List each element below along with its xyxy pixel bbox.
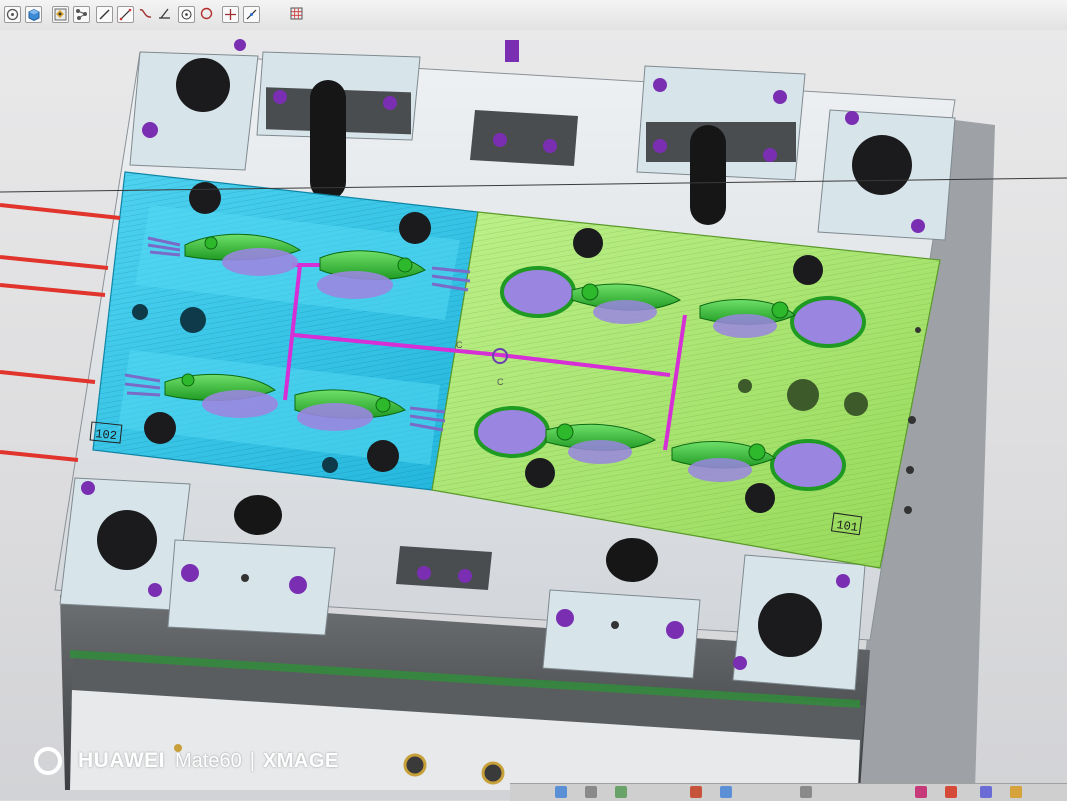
bottom-taskbar bbox=[510, 783, 1067, 801]
angle-icon[interactable] bbox=[157, 6, 174, 23]
guide-hole bbox=[176, 58, 230, 112]
taskbar-app-icon[interactable] bbox=[720, 786, 732, 798]
part-tree-icon[interactable] bbox=[73, 6, 90, 23]
grid-icon[interactable] bbox=[289, 6, 306, 23]
leica-ring-logo-icon bbox=[34, 747, 62, 775]
taskbar-app-icon[interactable] bbox=[690, 786, 702, 798]
line-icon[interactable] bbox=[96, 6, 113, 23]
cad-toolbar bbox=[0, 0, 1067, 31]
sprue-slot-top bbox=[470, 110, 578, 166]
taskbar-app-icon[interactable] bbox=[615, 786, 627, 798]
circle-icon[interactable] bbox=[199, 6, 216, 23]
lock-block-bottom-left bbox=[167, 539, 336, 636]
plate-label-102: 102 bbox=[95, 427, 118, 443]
sketch-line-icon[interactable] bbox=[117, 6, 134, 23]
3d-viewport[interactable]: 102 101 C C bbox=[0, 30, 1067, 800]
watermark-model: Mate60 bbox=[175, 749, 242, 772]
edit-line-icon[interactable] bbox=[243, 6, 260, 23]
taskbar-app-icon[interactable] bbox=[585, 786, 597, 798]
svg-text:C: C bbox=[456, 340, 463, 350]
plate-label-101: 101 bbox=[835, 518, 858, 535]
taskbar-app-icon[interactable] bbox=[980, 786, 992, 798]
spline-icon[interactable] bbox=[138, 6, 155, 23]
circle-center-icon[interactable] bbox=[178, 6, 195, 23]
camera-watermark: HUAWEI Mate60 | XMAGE bbox=[34, 743, 339, 779]
taskbar-app-icon[interactable] bbox=[555, 786, 567, 798]
solid-cube-icon[interactable] bbox=[25, 6, 42, 23]
crosshair-icon[interactable] bbox=[222, 6, 239, 23]
watermark-mark: XMAGE bbox=[262, 749, 339, 772]
taskbar-app-icon[interactable] bbox=[800, 786, 812, 798]
taskbar-app-icon[interactable] bbox=[915, 786, 927, 798]
watermark-separator: | bbox=[249, 749, 255, 772]
perspective-view-icon[interactable] bbox=[4, 6, 21, 23]
svg-text:C: C bbox=[497, 377, 504, 387]
taskbar-app-icon[interactable] bbox=[945, 786, 957, 798]
taskbar-app-icon[interactable] bbox=[1010, 786, 1022, 798]
sprue-slot-bottom bbox=[396, 546, 492, 590]
watermark-brand: HUAWEI bbox=[78, 749, 165, 772]
mold-assembly-model: 102 101 C C bbox=[0, 39, 1067, 790]
display-style-icon[interactable] bbox=[52, 6, 69, 23]
ejector-pin bbox=[310, 80, 346, 200]
